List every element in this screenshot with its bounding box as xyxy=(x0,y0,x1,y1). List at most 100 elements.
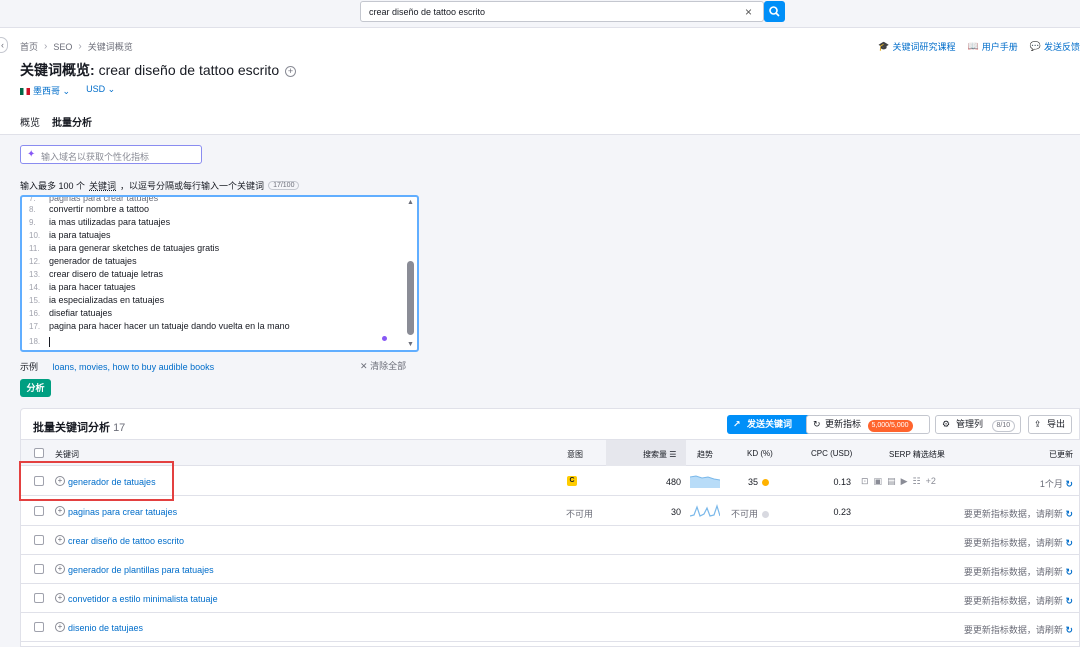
table-row: + paginas para crear tatuajes 不可用 30 不可用… xyxy=(21,497,1080,526)
volume-value: 30 xyxy=(670,507,681,517)
manual-link[interactable]: 📖 用户手册 xyxy=(968,40,1018,53)
row-checkbox[interactable] xyxy=(34,622,44,632)
col-trend[interactable]: 趋势 xyxy=(697,449,713,460)
serp-feature-icon: ▤ xyxy=(887,476,896,486)
col-cpc[interactable]: CPC (USD) xyxy=(811,449,852,458)
analyze-button[interactable]: 分析 xyxy=(20,379,51,397)
breadcrumb: 首页 › SEO › 关键词概览 xyxy=(20,40,133,53)
textarea-line: 15. ia especializadas en tatuajes xyxy=(29,295,165,305)
update-limit-badge: 5,000/5,000 xyxy=(867,420,913,432)
country-select[interactable]: 墨西哥 ⌄ xyxy=(20,84,70,97)
update-metrics-button[interactable]: ↻ 更新指标 5,000/5,000 xyxy=(806,415,930,434)
updated-cell: 要更新指标数据，请刷新 ↻ xyxy=(963,596,1073,606)
textarea-line: 17. pagina para hacer hacer un tatuaje da… xyxy=(29,321,290,331)
add-to-list-icon[interactable]: + xyxy=(55,593,65,603)
kd-dot xyxy=(762,511,770,518)
search-input-value: crear diseño de tattoo escrito xyxy=(369,7,486,17)
updated-cell: 要更新指标数据，请刷新 ↻ xyxy=(963,567,1073,577)
table-row: + crear diseño de tattoo escrito 要更新指标数据… xyxy=(21,526,1080,555)
keyword-link[interactable]: paginas para crear tatuajes xyxy=(68,507,177,517)
search-input[interactable]: crear diseño de tattoo escrito × xyxy=(360,1,764,22)
add-keyword-icon[interactable]: + xyxy=(285,66,296,77)
refresh-icon[interactable]: ↻ xyxy=(1065,596,1073,606)
sort-icon: ☰ xyxy=(669,450,677,459)
updated-cell: 要更新指标数据，请刷新 ↻ xyxy=(963,509,1073,519)
assistant-dot-icon[interactable] xyxy=(382,336,387,341)
manage-columns-button[interactable]: ⚙ 管理列 8/10 xyxy=(935,415,1021,434)
example-keywords-link[interactable]: loans, movies, how to buy audible books xyxy=(53,362,215,372)
scrollbar-thumb[interactable] xyxy=(407,261,414,335)
breadcrumb-home[interactable]: 首页 xyxy=(20,40,38,53)
sidebar-collapse-button[interactable]: ‹ xyxy=(0,37,8,53)
sparkle-icon: ✦ xyxy=(27,149,36,160)
keyword-link[interactable]: convetidor a estilo minimalista tatuaje xyxy=(68,594,218,604)
keyword-link[interactable]: crear diseño de tattoo escrito xyxy=(68,536,184,546)
page-title-keyword: crear diseño de tattoo escrito xyxy=(98,62,280,78)
select-all-checkbox[interactable] xyxy=(34,448,44,458)
scroll-up-icon[interactable]: ▲ xyxy=(407,199,414,206)
refresh-icon[interactable]: ↻ xyxy=(1065,625,1073,635)
graduation-cap-icon: 🎓 xyxy=(878,41,890,51)
intent-badge: C xyxy=(567,476,577,486)
database-selectors: 墨西哥 ⌄ USD ⌄ xyxy=(20,84,115,97)
col-kd[interactable]: KD (%) xyxy=(747,449,773,458)
kd-value: 35 xyxy=(748,477,770,487)
col-intent[interactable]: 意图 xyxy=(567,449,583,460)
serp-features: ⊡ ▣ ▤ ▶ ☷ +2 xyxy=(861,476,936,487)
serp-feature-icon: ▶ xyxy=(900,476,908,486)
chevron-right-icon: › xyxy=(78,41,82,52)
keyword-link[interactable]: disenio de tatujaes xyxy=(68,623,143,633)
examples-row: 示例 loans, movies, how to buy audible boo… xyxy=(20,362,215,372)
cpc-value: 0.23 xyxy=(833,507,851,517)
currency-select[interactable]: USD ⌄ xyxy=(86,84,115,97)
add-to-list-icon[interactable]: + xyxy=(55,622,65,632)
row-checkbox[interactable] xyxy=(34,564,44,574)
intent-value: 不可用 xyxy=(566,509,594,519)
keyword-count-badge: 17/100 xyxy=(268,181,300,190)
add-to-list-icon[interactable]: + xyxy=(55,535,65,545)
updated-cell: 要更新指标数据，请刷新 ↻ xyxy=(963,625,1073,635)
refresh-icon[interactable]: ↻ xyxy=(1065,567,1073,577)
kd-dot xyxy=(762,479,770,486)
keyword-total-count: 17 xyxy=(113,422,126,434)
refresh-icon[interactable]: ↻ xyxy=(1065,479,1073,489)
course-link[interactable]: 🎓 关键词研究课程 xyxy=(878,40,955,53)
textarea-line-partial: 7. paginas para crear tatuajes xyxy=(29,195,159,203)
row-checkbox[interactable] xyxy=(34,535,44,545)
breadcrumb-current: 关键词概览 xyxy=(87,42,133,52)
serp-feature-icon: ▣ xyxy=(873,476,883,486)
table-row: + convetidor a estilo minimalista tatuaj… xyxy=(21,584,1080,613)
keywords-term: 关键词 xyxy=(89,181,117,191)
serp-more[interactable]: +2 xyxy=(926,476,936,487)
add-to-list-icon[interactable]: + xyxy=(55,506,65,516)
row-checkbox[interactable] xyxy=(34,593,44,603)
clear-all-button[interactable]: ✕ 清除全部 xyxy=(360,359,406,372)
keyword-link[interactable]: generador de plantillas para tatuajes xyxy=(68,565,214,575)
breadcrumb-seo[interactable]: SEO xyxy=(53,42,72,52)
col-serp[interactable]: SERP 精选结果 xyxy=(889,449,945,460)
textarea-line: 14. ia para hacer tatuajes xyxy=(29,282,136,292)
textarea-scrollbar[interactable]: ▲ ▼ xyxy=(406,199,415,349)
bulk-analysis-panel: 批量关键词分析 17 ↗ 发送关键词 ↻ 更新指标 5,000/5,000 ⚙ … xyxy=(20,408,1080,647)
search-button[interactable] xyxy=(764,1,785,22)
textarea-line: 9. ia mas utilizadas para tatuajes xyxy=(29,217,171,227)
close-icon: ✕ xyxy=(360,361,368,371)
add-to-list-icon[interactable]: + xyxy=(55,564,65,574)
feedback-link[interactable]: 💬 发送反馈 xyxy=(1030,40,1080,53)
domain-input[interactable]: ✦ 输入域名以获取个性化指标 xyxy=(20,145,202,164)
refresh-icon[interactable]: ↻ xyxy=(1065,509,1073,519)
textarea-line: 13. crear disero de tatuaje letras xyxy=(29,269,164,279)
textarea-line: 11. ia para generar sketches de tatuajes … xyxy=(29,243,220,253)
page-title: 关键词概览: crear diseño de tattoo escrito + xyxy=(20,60,296,80)
col-volume[interactable]: 搜索量 ☰ xyxy=(643,449,676,460)
scroll-down-icon[interactable]: ▼ xyxy=(407,341,414,348)
clear-search-icon[interactable]: × xyxy=(745,5,752,19)
col-keyword[interactable]: 关键词 xyxy=(55,449,79,460)
updated-cell: 要更新指标数据，请刷新 ↻ xyxy=(963,538,1073,548)
export-button[interactable]: ⇪ 导出 xyxy=(1028,415,1072,434)
refresh-icon[interactable]: ↻ xyxy=(1065,538,1073,548)
keywords-textarea[interactable]: 7. paginas para crear tatuajes 8. converti… xyxy=(20,195,419,352)
row-checkbox[interactable] xyxy=(34,506,44,516)
col-updated[interactable]: 已更新 xyxy=(1049,449,1073,460)
trend-sparkline xyxy=(690,504,720,517)
